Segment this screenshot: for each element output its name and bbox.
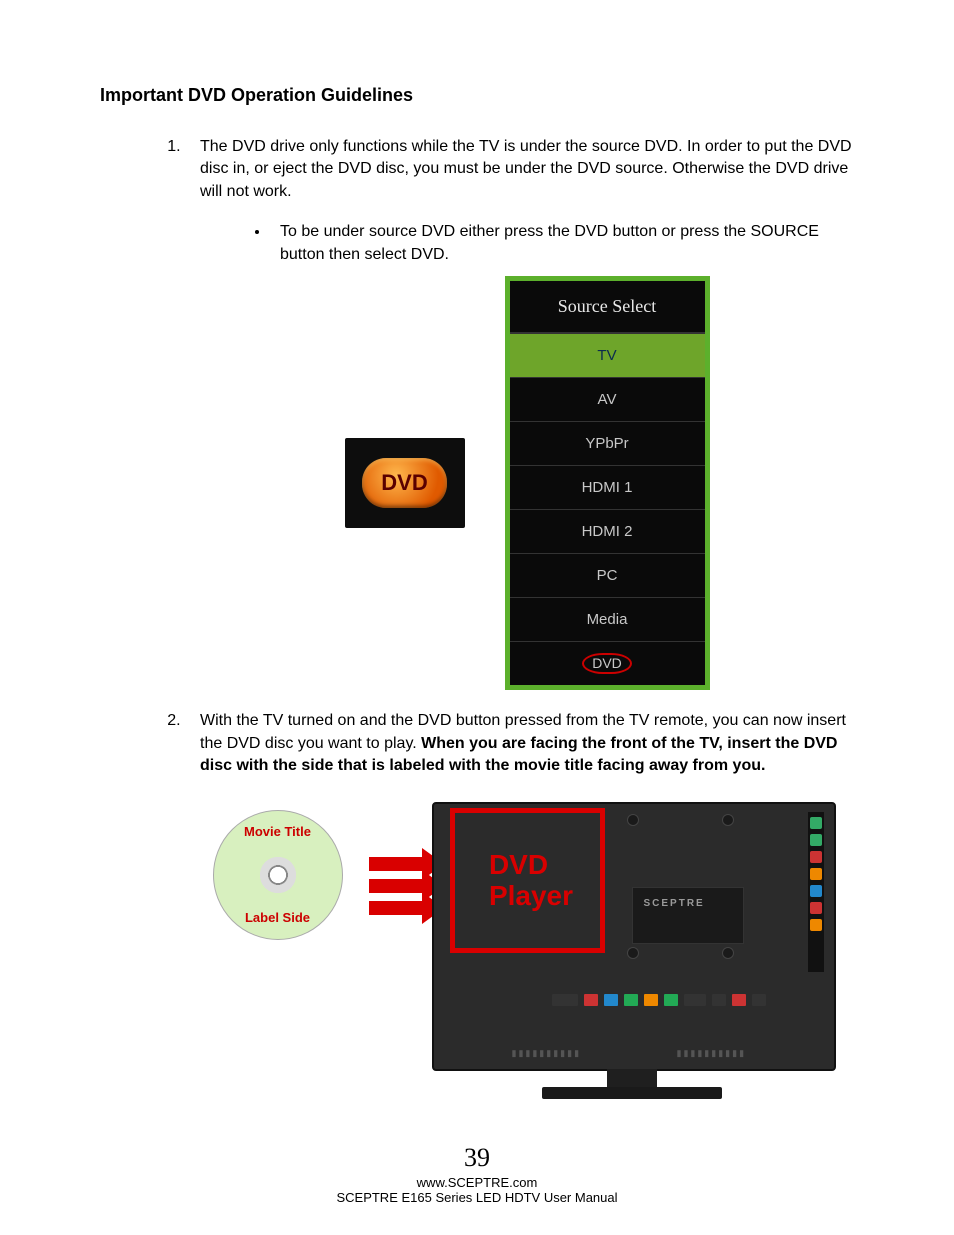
menu-header: Source Select [510,281,705,333]
menu-item-media: Media [510,597,705,641]
bottom-ports-icon [552,992,817,1008]
guideline-2: With the TV turned on and the DVD button… [185,710,854,1112]
menu-item-av: AV [510,377,705,421]
dvd-remote-button-photo: DVD [345,438,465,528]
guideline-1-text: The DVD drive only functions while the T… [200,138,852,200]
figure-row-2: Movie Title Label Side DVD Player SCEPTR… [180,802,854,1112]
menu-item-dvd: DVD [510,641,705,685]
section-heading: Important DVD Operation Guidelines [100,85,854,106]
footer-manual-title: SCEPTRE E165 Series LED HDTV User Manual [0,1190,954,1205]
figure-row-1: DVD Source Select TV AV YPbPr HDMI 1 HDM… [200,276,854,690]
page-number: 39 [0,1143,954,1173]
menu-item-hdmi2: HDMI 2 [510,509,705,553]
disc-bottom-label: Label Side [245,909,310,927]
page-footer: 39 www.SCEPTRE.com SCEPTRE E165 Series L… [0,1143,954,1205]
disc-top-label: Movie Title [244,823,311,841]
guideline-1: The DVD drive only functions while the T… [185,136,854,690]
dvd-player-slot: DVD Player [450,808,605,953]
source-select-menu: Source Select TV AV YPbPr HDMI 1 HDMI 2 … [505,276,710,690]
tv-back-diagram: DVD Player SCEPTRE [432,802,832,1112]
dvd-slot-label: DVD Player [489,850,573,912]
dvd-button-pill: DVD [362,458,447,508]
dvd-circled-icon: DVD [582,653,632,674]
tv-brand-label: SCEPTRE [644,897,705,911]
insert-arrows-icon [363,857,424,915]
menu-item-pc: PC [510,553,705,597]
footer-url: www.SCEPTRE.com [0,1175,954,1190]
menu-item-hdmi1: HDMI 1 [510,465,705,509]
menu-item-tv: TV [510,333,705,377]
guideline-1-sub: To be under source DVD either press the … [270,221,854,266]
side-ports-icon [808,812,824,972]
menu-item-ypbpr: YPbPr [510,421,705,465]
dvd-disc-icon: Movie Title Label Side [213,810,343,940]
guidelines-list: The DVD drive only functions while the T… [100,136,854,1112]
